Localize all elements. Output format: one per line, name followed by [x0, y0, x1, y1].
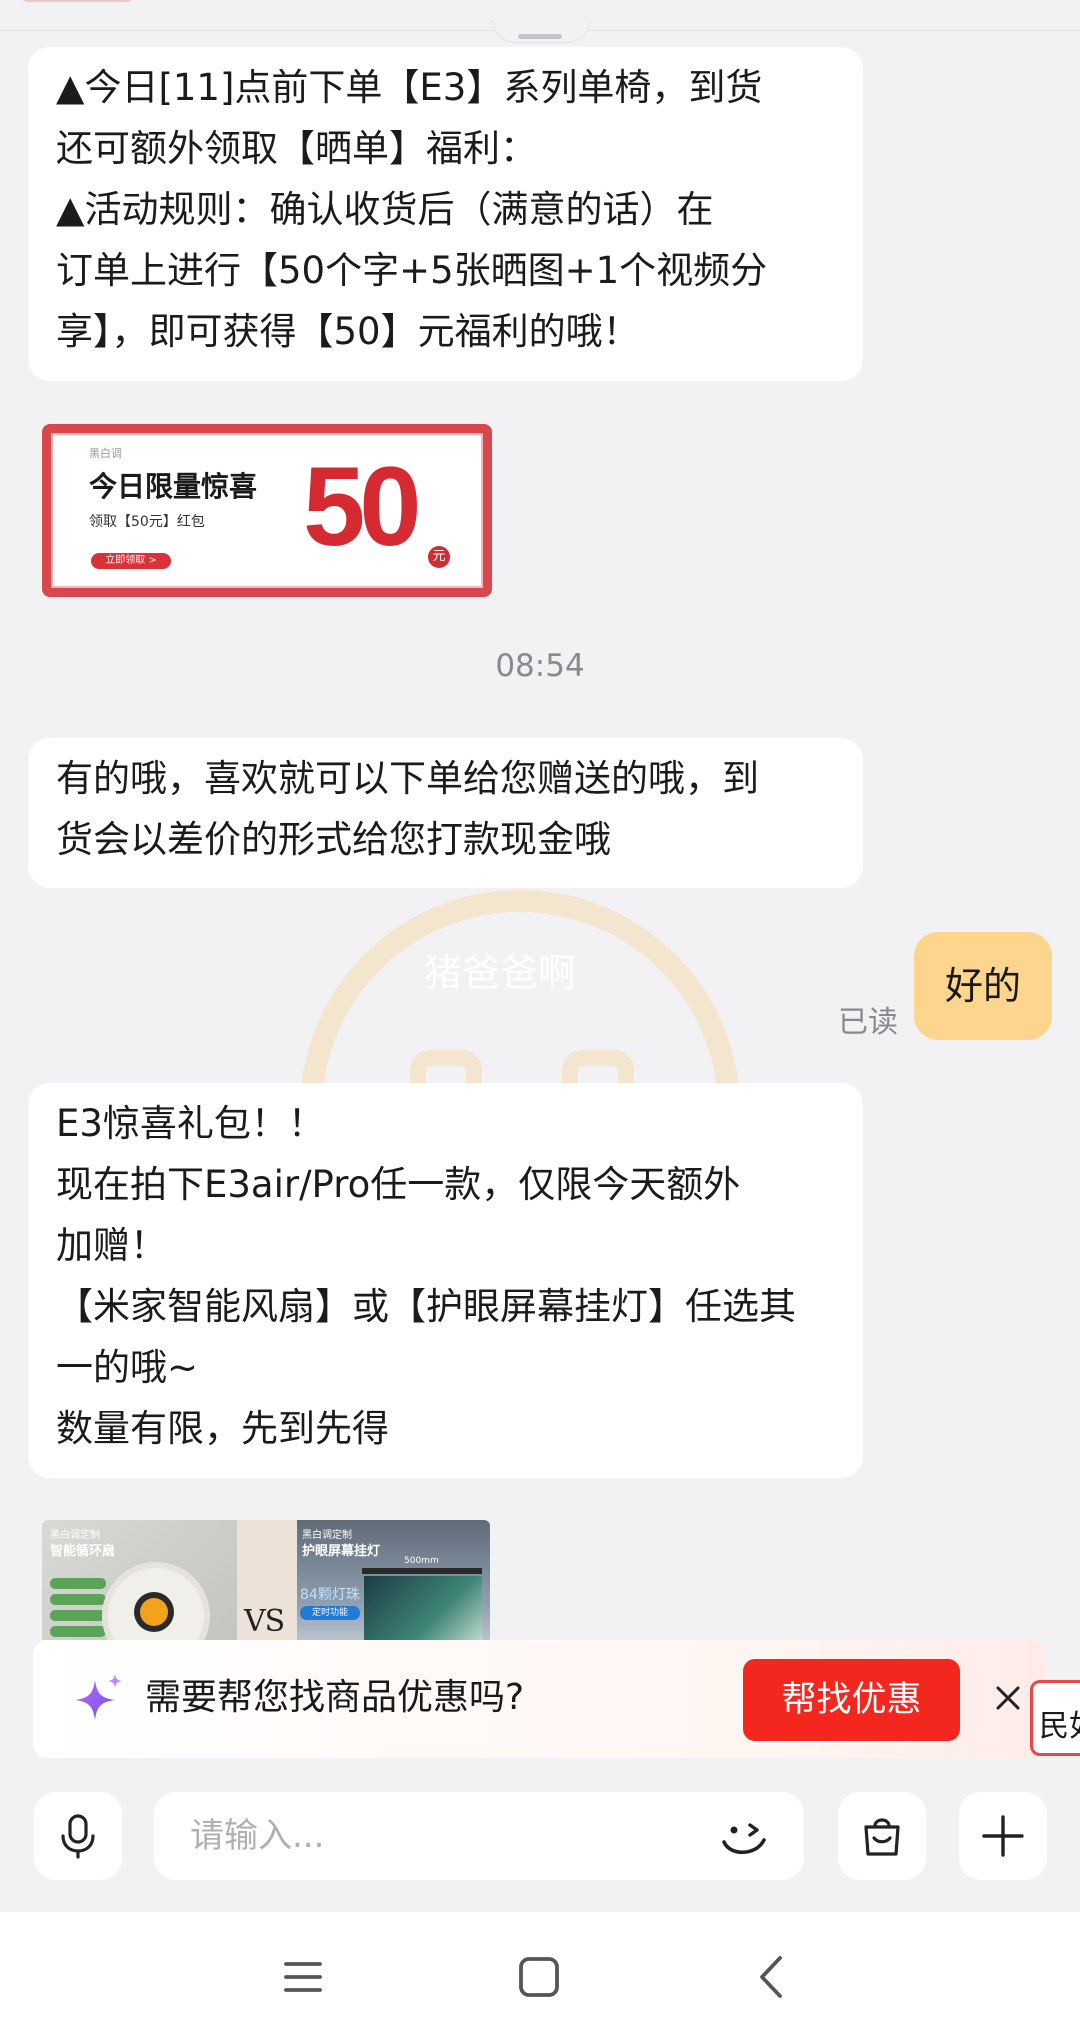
- watermark-eye: [410, 1050, 482, 1086]
- fan-brand: 黑白调定制: [50, 1530, 100, 1541]
- message-text-line: 加赠！: [56, 1224, 167, 1267]
- coupon-card[interactable]: 黑白调 今日限量惊喜 领取【50元】红包 立即领取 > 50 元: [42, 424, 492, 597]
- fan-title: 智能循环扇: [50, 1544, 116, 1559]
- message-input-bar: [0, 1780, 1080, 1910]
- sparkle-icon: [75, 1674, 122, 1720]
- menu-icon[interactable]: [278, 1952, 328, 2002]
- side-tab-label: 民如: [1039, 1709, 1080, 1744]
- message-bubble-sent[interactable]: 好的: [914, 932, 1052, 1040]
- message-text-line: 还可额外领取【晒单】福利：: [56, 127, 537, 170]
- emoji-icon[interactable]: [716, 1810, 772, 1866]
- message-text-line: ▲活动规则：确认收货后（满意的话）在: [56, 188, 714, 231]
- voice-input-button[interactable]: [34, 1792, 122, 1880]
- system-navigation-bar: [0, 1912, 1080, 2042]
- watermark-text: 猪爸爸啊: [424, 951, 577, 995]
- lamp-size: 500mm: [404, 1556, 439, 1566]
- coupon-amount: 50: [303, 444, 422, 569]
- pull-handle-notch: [492, 20, 590, 43]
- message-input[interactable]: [154, 1792, 804, 1880]
- shopping-bag-button[interactable]: [838, 1792, 926, 1880]
- watermark-eye: [562, 1050, 634, 1086]
- coupon-title: 今日限量惊喜: [89, 470, 258, 503]
- message-text-line: 订单上进行【50个字+5张晒图+1个视频分: [56, 249, 768, 292]
- shopping-bag-icon: [864, 1818, 900, 1856]
- lamp-brand: 黑白调定制: [302, 1530, 352, 1541]
- chat-top-edge: [0, 0, 1080, 43]
- lamp-badge: 定时功能: [300, 1606, 360, 1620]
- message-text-line: 数量有限，先到先得: [56, 1407, 389, 1450]
- vs-label: VS: [244, 1604, 285, 1639]
- watermark-ring: [300, 890, 740, 1110]
- coupon-unit: 元: [428, 546, 450, 568]
- message-text-line: 货会以差价的形式给您打款现金哦: [56, 818, 611, 861]
- fan-feature-tags: [50, 1578, 106, 1640]
- close-icon[interactable]: [985, 1675, 1031, 1721]
- product-comparison-image[interactable]: 黑白调定制 智能循环扇 VS 黑白调定制 护眼屏幕挂灯 500mm 84颗灯珠 …: [42, 1520, 490, 1640]
- deal-finder-prompt: 需要帮您找商品优惠吗?: [145, 1677, 525, 1718]
- message-timestamp: 08:54: [495, 648, 585, 684]
- coupon-brand: 黑白调: [89, 447, 122, 460]
- message-bubble-received[interactable]: E3惊喜礼包！！ 现在拍下E3air/Pro任一款，仅限今天额外 加赠！ 【米家…: [28, 1083, 863, 1478]
- monitor-image: [364, 1576, 482, 1640]
- home-icon[interactable]: [514, 1952, 564, 2002]
- message-text-line: E3惊喜礼包！！: [56, 1102, 325, 1145]
- message-bubble-received[interactable]: ▲今日[11]点前下单【E3】系列单椅，到货 还可额外领取【晒单】福利： ▲活动…: [28, 47, 863, 381]
- coupon-description: 领取【50元】红包: [89, 514, 205, 530]
- message-text-line: 享】，即可获得【50】元福利的哦！: [56, 310, 640, 353]
- fan-center: [140, 1598, 168, 1626]
- lamp-title: 护眼屏幕挂灯: [302, 1544, 381, 1559]
- back-icon[interactable]: [748, 1952, 798, 2002]
- pull-handle[interactable]: [518, 34, 562, 39]
- microphone-icon: [61, 1814, 95, 1859]
- message-text-line: 现在拍下E3air/Pro任一款，仅限今天额外: [56, 1163, 741, 1206]
- message-text-line: 【米家智能风扇】或【护眼屏幕挂灯】任选其: [56, 1285, 796, 1328]
- lamp-feature: 84颗灯珠: [300, 1587, 360, 1603]
- message-text-line: 有的哦，喜欢就可以下单给您赠送的哦，到: [56, 757, 759, 800]
- lamp-bar: [362, 1568, 482, 1574]
- side-floating-tab[interactable]: 民如: [1030, 1680, 1080, 1756]
- read-receipt: 已读: [838, 1005, 898, 1040]
- deal-finder-banner[interactable]: 需要帮您找商品优惠吗? 帮找优惠: [33, 1640, 1045, 1758]
- message-bubble-received[interactable]: 有的哦，喜欢就可以下单给您赠送的哦，到 货会以差价的形式给您打款现金哦: [28, 738, 863, 888]
- message-text-line: 一的哦~: [56, 1346, 199, 1389]
- message-text-line: ▲今日[11]点前下单【E3】系列单椅，到货: [56, 66, 763, 109]
- avatar-watermark: 猪爸爸啊: [300, 890, 740, 1110]
- more-options-button[interactable]: [959, 1792, 1047, 1880]
- find-deals-button[interactable]: 帮找优惠: [743, 1659, 960, 1741]
- plus-icon: [982, 1815, 1024, 1857]
- previous-content-edge: [22, 0, 132, 2]
- coupon-claim-button[interactable]: 立即领取 >: [91, 553, 171, 569]
